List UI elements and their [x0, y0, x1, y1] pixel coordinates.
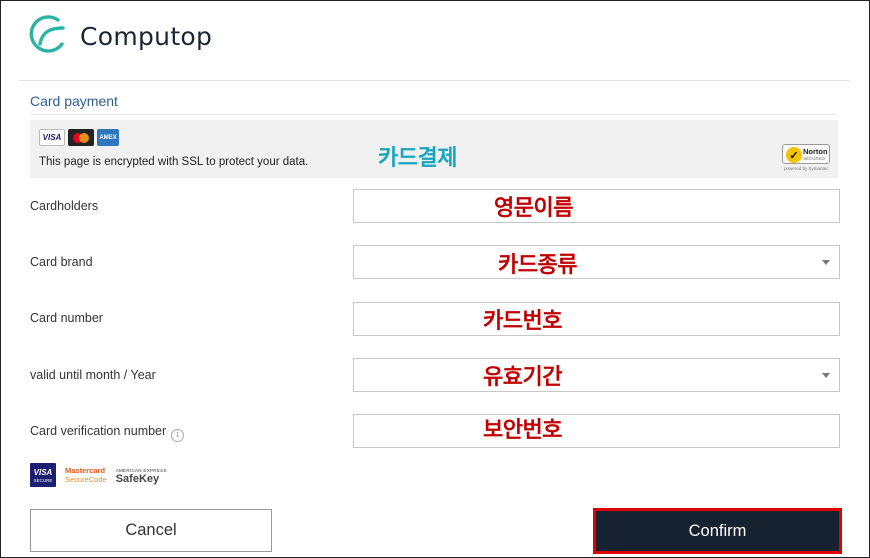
- brand-name: Computop: [80, 21, 213, 51]
- section-title: Card payment: [30, 93, 118, 109]
- confirm-highlight: Confirm: [593, 508, 842, 554]
- chevron-down-icon: [822, 260, 830, 265]
- card-number-label: Card number: [30, 311, 103, 325]
- cardholders-label: Cardholders: [30, 199, 99, 213]
- confirm-button[interactable]: Confirm: [596, 511, 839, 551]
- annotation-card-brand: 카드종류: [498, 253, 577, 278]
- card-number-input[interactable]: [353, 302, 840, 336]
- amex-safekey-logo: AMERICAN EXPRESS SafeKey: [115, 468, 167, 485]
- chevron-down-icon: [822, 373, 830, 378]
- ssl-notice: This page is encrypted with SSL to prote…: [39, 156, 309, 168]
- section-divider: [30, 114, 836, 115]
- cvn-label-text: Card verification number: [30, 424, 167, 438]
- annotation-expiry: 유효기간: [483, 365, 562, 390]
- accepted-cards: VISA AMEX: [39, 129, 119, 146]
- mastercard-securecode-logo: Mastercard SecureCode: [65, 466, 107, 484]
- annotation-card-number: 카드번호: [483, 309, 562, 334]
- expiry-select[interactable]: [353, 358, 840, 392]
- norton-secured-badge: ✓ Norton SECURED powered by Symantec: [782, 144, 832, 171]
- cancel-button[interactable]: Cancel: [30, 509, 272, 552]
- secure-program-logos: VISA SECURE Mastercard SecureCode AMERIC…: [30, 463, 167, 487]
- cvn-label: Card verification number i: [30, 424, 185, 442]
- mastercard-card-icon: [68, 129, 94, 146]
- header-divider: [18, 80, 850, 81]
- card-brand-select[interactable]: [353, 245, 840, 279]
- annotation-card-payment: 카드결제: [378, 146, 457, 171]
- amex-card-icon: AMEX: [97, 129, 119, 146]
- annotation-security-code: 보안번호: [483, 418, 562, 443]
- valid-until-label: valid until month / Year: [30, 368, 156, 382]
- computop-logo-icon: [29, 15, 65, 53]
- info-icon[interactable]: i: [171, 428, 185, 442]
- card-brand-label: Card brand: [30, 255, 93, 269]
- cardholders-input[interactable]: [353, 189, 840, 223]
- visa-card-icon: VISA: [39, 129, 65, 146]
- cvn-input[interactable]: [353, 414, 840, 448]
- annotation-cardholder-name: 영문이름: [494, 196, 573, 221]
- computop-logo: Computop: [28, 14, 212, 58]
- ssl-info-box: VISA AMEX This page is encrypted with SS…: [30, 120, 838, 178]
- norton-check-icon: ✓: [786, 147, 802, 163]
- visa-secure-logo: VISA SECURE: [30, 463, 56, 487]
